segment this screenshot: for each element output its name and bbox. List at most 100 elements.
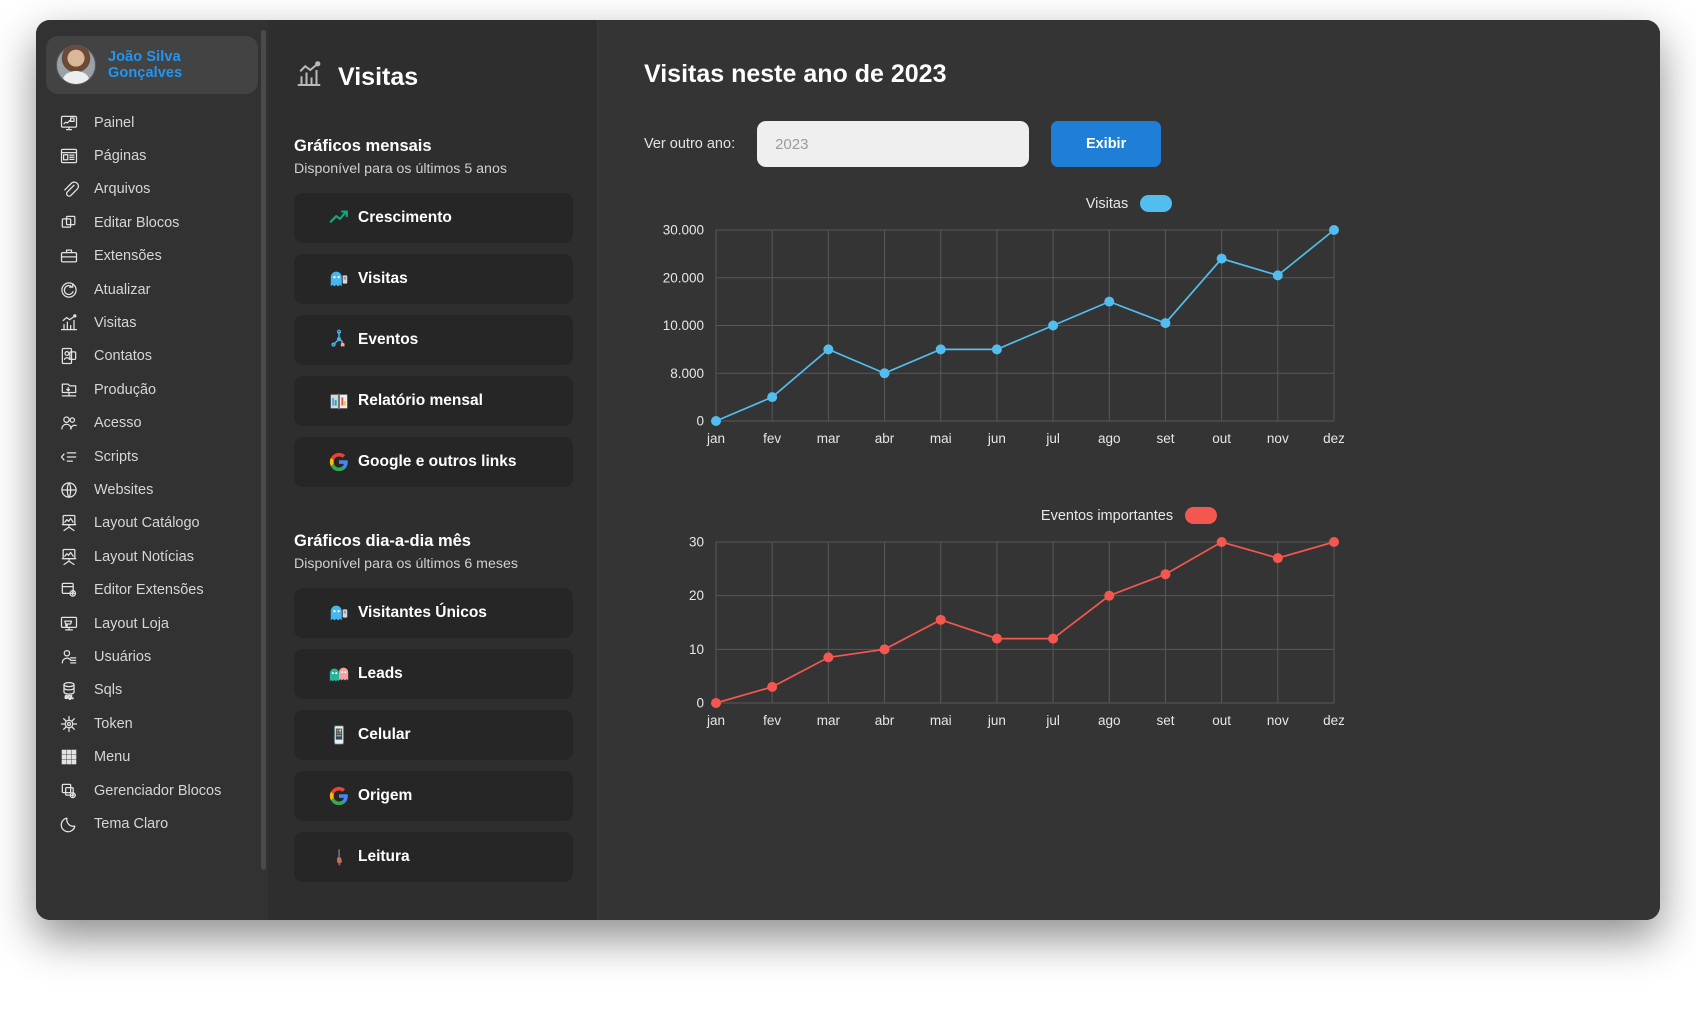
svg-text:mai: mai [930, 713, 952, 728]
production-icon [58, 379, 80, 401]
sidebar-item-layout-not-cias[interactable]: Layout Notícias [36, 540, 268, 573]
user-list-icon [58, 646, 80, 668]
legend-eventos-swatch[interactable] [1185, 507, 1218, 524]
sidebar: João Silva Gonçalves Painel Páginas Arquiv… [36, 20, 268, 920]
sidebar-item-label: Menu [94, 749, 131, 766]
chart-button-label: Leads [358, 665, 403, 682]
group-heading: Gráficos dia-a-dia mês [294, 532, 471, 550]
sidebar-item-websites[interactable]: Websites [36, 473, 268, 506]
sidebar-item-label: Visitas [94, 315, 137, 332]
sidebar-item-label: Arquivos [94, 181, 151, 198]
group-subheading: Disponível para os últimos 5 anos [294, 161, 507, 177]
chart-button-relat-rio-mensal[interactable]: Relatório mensal [294, 376, 573, 426]
svg-text:jun: jun [987, 713, 1006, 728]
token-icon [58, 713, 80, 735]
chart-button-eventos[interactable]: Eventos [294, 315, 573, 365]
submit-button[interactable]: Exibir [1051, 121, 1162, 167]
legend-visitas-swatch[interactable] [1140, 195, 1173, 212]
svg-text:dez: dez [1323, 431, 1344, 446]
users-icon [58, 412, 80, 434]
sidebar-scrollbar-thumb[interactable] [261, 30, 266, 870]
chart-button-label: Visitantes Únicos [358, 604, 487, 621]
trend-up-icon [328, 207, 350, 229]
svg-text:0: 0 [696, 414, 704, 429]
sidebar-item-layout-loja[interactable]: Layout Loja [36, 607, 268, 640]
svg-text:set: set [1156, 713, 1174, 728]
sidebar-item-visitas[interactable]: Visitas [36, 306, 268, 339]
extension-editor-icon [58, 579, 80, 601]
code-icon [58, 446, 80, 468]
page-title-text: Visitas [338, 63, 419, 91]
chart-button-label: Visitas [358, 270, 408, 287]
pages-icon [58, 145, 80, 167]
sidebar-item-label: Usuários [94, 648, 152, 665]
chart-button-celular[interactable]: Celular [294, 710, 573, 760]
chart-button-google-e-outros-links[interactable]: Google e outros links [294, 437, 573, 487]
sidebar-nav: Painel Páginas Arquivos Editar Blocos Extens… [36, 104, 268, 841]
chart-button-label: Crescimento [358, 209, 452, 226]
svg-text:SQL: SQL [65, 695, 74, 700]
chart-eventos: 30 20 10 0 jan fev mar abr mai jun jul ago set out nov… [644, 530, 1614, 745]
svg-text:jun: jun [987, 431, 1006, 446]
svg-text:jul: jul [1045, 713, 1060, 728]
year-input[interactable] [757, 121, 1030, 167]
sidebar-item-contatos[interactable]: Contatos [36, 340, 268, 373]
sidebar-item-scripts[interactable]: Scripts [36, 440, 268, 473]
chart-icon [294, 60, 324, 95]
contacts-icon [58, 345, 80, 367]
sidebar-item-editar-blocos[interactable]: Editar Blocos [36, 206, 268, 239]
sidebar-item-label: Tema Claro [94, 815, 169, 832]
sidebar-item-label: Produção [94, 381, 157, 398]
sidebar-item-editor-extens-es[interactable]: Editor Extensões [36, 573, 268, 606]
google-icon [328, 785, 350, 807]
sidebar-item-p-ginas[interactable]: Páginas [36, 139, 268, 172]
chart-button-origem[interactable]: Origem [294, 771, 573, 821]
sidebar-item-arquivos[interactable]: Arquivos [36, 173, 268, 206]
sidebar-item-label: Layout Loja [94, 615, 169, 632]
sidebar-item-produ-o[interactable]: Produção [36, 373, 268, 406]
grid-icon [58, 746, 80, 768]
sidebar-item-menu[interactable]: Menu [36, 740, 268, 773]
easel-icon [58, 512, 80, 534]
visitor-icon [328, 602, 350, 624]
sidebar-item-label: Acesso [94, 415, 142, 432]
chart-button-leitura[interactable]: Leitura [294, 832, 573, 882]
svg-text:10: 10 [689, 642, 704, 657]
sidebar-item-atualizar[interactable]: Atualizar [36, 273, 268, 306]
svg-text:30.000: 30.000 [663, 223, 704, 238]
sidebar-item-sqls[interactable]: SQL Sqls [36, 674, 268, 707]
shop-icon [58, 613, 80, 635]
reading-icon [328, 846, 350, 868]
chart-button-visitas[interactable]: Visitas [294, 254, 573, 304]
svg-text:nov: nov [1267, 713, 1289, 728]
sidebar-item-usu-rios[interactable]: Usuários [36, 640, 268, 673]
sidebar-item-label: Páginas [94, 148, 147, 165]
profile-card[interactable]: João Silva Gonçalves [46, 36, 258, 94]
chart-button-label: Eventos [358, 331, 419, 348]
toolbox-icon [58, 245, 80, 267]
group-heading: Gráficos mensais [294, 137, 432, 155]
profile-name: João Silva Gonçalves [108, 49, 183, 81]
chart-button-visitantes-nicos[interactable]: Visitantes Únicos [294, 588, 573, 638]
svg-text:dez: dez [1323, 713, 1344, 728]
sidebar-item-gerenciador-blocos[interactable]: Gerenciador Blocos [36, 774, 268, 807]
sidebar-item-acesso[interactable]: Acesso [36, 407, 268, 440]
sidebar-item-tema-claro[interactable]: Tema Claro [36, 807, 268, 840]
chart-visitas: 30.000 20.000 10.000 8.000 0 jan fev mar abr mai j… [644, 218, 1614, 463]
chart-button-leads[interactable]: Leads [294, 649, 573, 699]
sidebar-item-painel[interactable]: Painel [36, 106, 268, 139]
svg-text:10.000: 10.000 [663, 318, 704, 333]
chart-button-crescimento[interactable]: Crescimento [294, 193, 573, 243]
sidebar-item-label: Contatos [94, 348, 153, 365]
svg-text:jan: jan [706, 713, 725, 728]
sidebar-item-label: Painel [94, 114, 135, 131]
leads-icon [328, 663, 350, 685]
sidebar-item-token[interactable]: Token [36, 707, 268, 740]
chart-button-label: Relatório mensal [358, 392, 483, 409]
sidebar-item-layout-cat-logo[interactable]: Layout Catálogo [36, 507, 268, 540]
svg-text:30: 30 [689, 535, 704, 550]
svg-text:mar: mar [817, 713, 841, 728]
svg-text:fev: fev [763, 431, 781, 446]
sidebar-item-extens-es[interactable]: Extensões [36, 240, 268, 273]
sidebar-scrollbar[interactable] [261, 20, 267, 920]
